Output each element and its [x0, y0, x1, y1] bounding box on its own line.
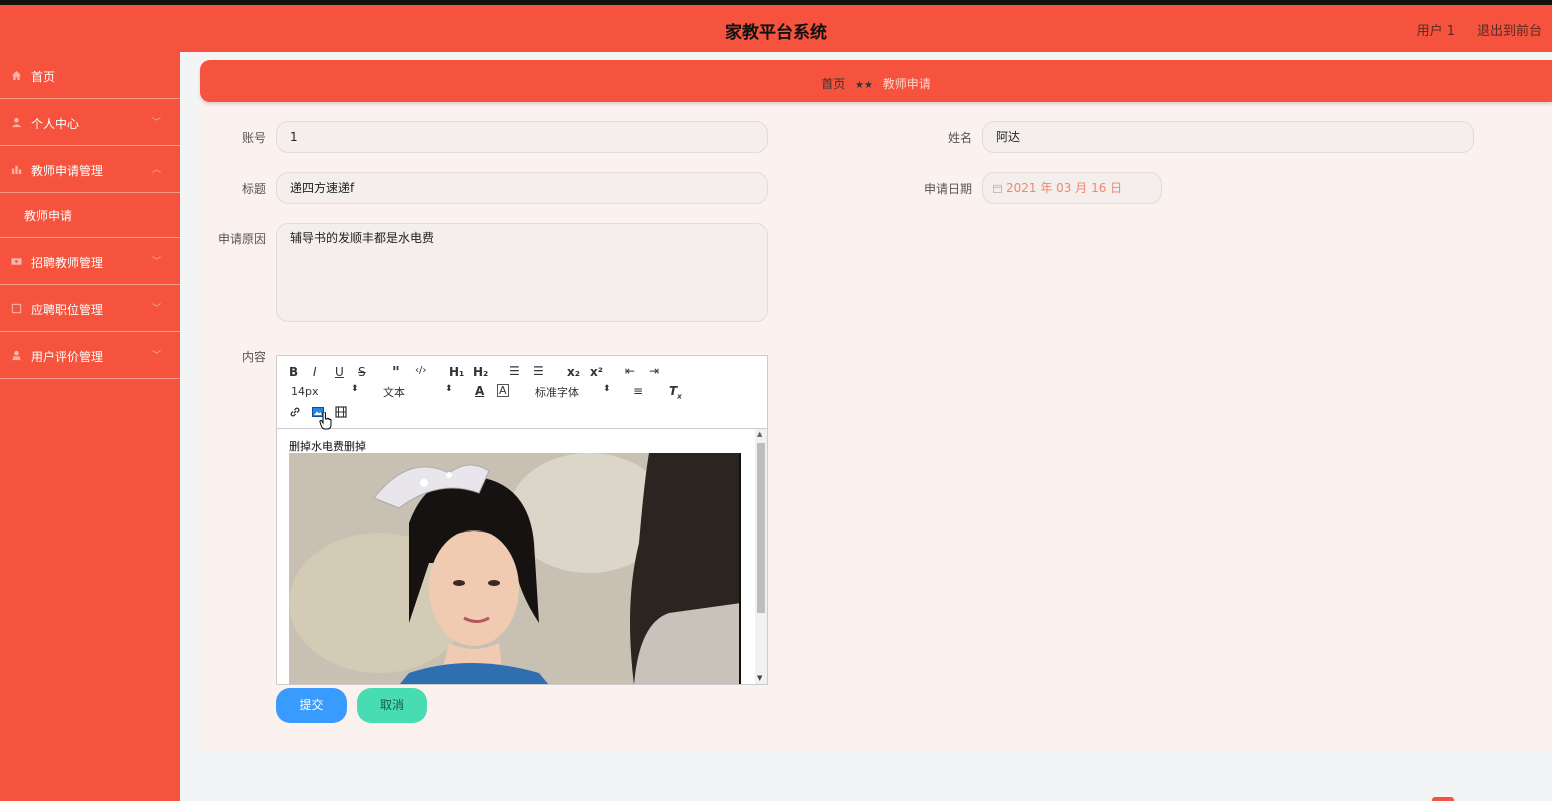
breadcrumb-current: 教师申请	[882, 77, 931, 91]
chevron-down-icon: ﹀	[151, 351, 161, 361]
header-bar: 家教平台系统 用户 1 退出到前台	[0, 5, 1552, 52]
chevron-down-icon: ﹀	[151, 304, 161, 314]
bullet-list-icon[interactable]: ☰	[533, 364, 544, 378]
submit-button[interactable]: 提交	[276, 688, 347, 723]
align-icon[interactable]: ≡	[633, 384, 643, 398]
select-arrows-icon: ⬍	[603, 384, 611, 394]
editor-toolbar: B I U S " ‹/› H₁ H₂ ☰ ☰ x₂ x² ⇤ ⇥ 14px ⬍…	[277, 356, 767, 430]
date-label: 申请日期	[923, 182, 972, 196]
sidebar-item-label: 个人中心	[31, 117, 80, 131]
sidebar-subitem-label: 教师申请	[24, 209, 73, 223]
heading2-icon[interactable]: H₂	[473, 365, 488, 379]
ordered-list-icon[interactable]: ☰	[509, 364, 520, 378]
embedded-photo	[289, 453, 741, 684]
select-arrows-icon: ⬍	[351, 384, 359, 394]
date-picker[interactable]: 2021 年 03 月 16 日	[982, 172, 1162, 204]
home-icon	[11, 70, 22, 81]
sidebar: 首页 个人中心 ﹀ 教师申请管理 ︿ 教师申请 招聘教师管理 ﹀ 应聘职位管理 …	[0, 52, 180, 801]
main-panel: 首页 ★★ 教师申请 账号 1 姓名 阿达 标题 递四方速递f 申请日期 202…	[200, 60, 1552, 751]
logout-link[interactable]: 退出到前台	[1477, 20, 1542, 39]
sidebar-item-job-application-mgmt[interactable]: 应聘职位管理 ﹀	[0, 285, 180, 332]
account-label: 账号	[241, 131, 266, 145]
superscript-icon[interactable]: x²	[590, 365, 603, 379]
font-family-select[interactable]: 标准字体	[535, 384, 579, 400]
sidebar-item-personal-center[interactable]: 个人中心 ﹀	[0, 99, 180, 146]
square-icon	[11, 303, 22, 314]
bar-chart-icon	[11, 165, 22, 175]
underline-icon[interactable]: U	[335, 365, 344, 379]
corner-decoration	[1432, 797, 1454, 801]
outdent-icon[interactable]: ⇤	[625, 364, 635, 378]
heading1-icon[interactable]: H₁	[449, 365, 464, 379]
scroll-thumb[interactable]	[757, 443, 765, 613]
editor-text-line: 删掉水电费删掉	[289, 440, 366, 453]
sidebar-item-home[interactable]: 首页	[0, 52, 180, 99]
ticket-icon	[11, 258, 22, 265]
indent-icon[interactable]: ⇥	[649, 364, 659, 378]
person-icon	[12, 350, 21, 361]
background-color-icon[interactable]: A	[497, 384, 509, 397]
content-label: 内容	[241, 350, 266, 364]
sidebar-item-label: 用户评价管理	[31, 350, 104, 364]
sidebar-item-teacher-apply-mgmt[interactable]: 教师申请管理 ︿	[0, 146, 180, 193]
chevron-down-icon: ﹀	[151, 257, 161, 267]
rich-text-editor: B I U S " ‹/› H₁ H₂ ☰ ☰ x₂ x² ⇤ ⇥ 14px ⬍…	[276, 355, 768, 685]
sidebar-subitem-teacher-apply[interactable]: 教师申请	[0, 193, 180, 238]
link-icon[interactable]	[289, 406, 301, 418]
breadcrumb-home[interactable]: 首页	[821, 77, 845, 91]
scroll-down-icon[interactable]: ▼	[757, 674, 762, 682]
reason-textarea[interactable]: 辅导书的发顺丰都是水电费	[276, 223, 768, 322]
text-style-select[interactable]: 文本	[383, 384, 405, 400]
calendar-icon	[993, 184, 1002, 193]
font-family-value: 标准字体	[535, 386, 579, 399]
title-field[interactable]: 递四方速递f	[276, 172, 768, 204]
font-color-icon[interactable]: A	[475, 384, 484, 398]
scroll-up-icon[interactable]: ▲	[757, 430, 762, 438]
font-size-value: 14px	[291, 385, 319, 398]
blockquote-icon[interactable]: "	[392, 363, 400, 381]
current-user[interactable]: 用户 1	[1417, 20, 1455, 39]
cancel-button[interactable]: 取消	[357, 688, 427, 723]
font-size-select[interactable]: 14px	[291, 385, 319, 398]
title-label: 标题	[241, 182, 266, 196]
sidebar-item-recruit-teacher-mgmt[interactable]: 招聘教师管理 ﹀	[0, 238, 180, 285]
chevron-up-icon: ︿	[151, 165, 161, 175]
italic-icon[interactable]: I	[313, 365, 317, 379]
breadcrumb-separator: ★★	[855, 80, 873, 91]
bold-icon[interactable]: B	[289, 365, 298, 379]
editor-scrollbar[interactable]: ▲ ▼	[755, 429, 767, 684]
name-field[interactable]: 阿达	[982, 121, 1474, 153]
reason-label: 申请原因	[217, 232, 266, 246]
editor-content[interactable]: 删掉水电费删掉 ▲ ▼	[277, 429, 767, 684]
name-label: 姓名	[947, 131, 972, 145]
code-icon[interactable]: ‹/›	[415, 365, 426, 376]
sidebar-item-label: 首页	[31, 70, 56, 84]
video-icon[interactable]	[335, 406, 347, 418]
text-style-value: 文本	[383, 386, 405, 399]
date-value: 2021 年 03 月 16 日	[1006, 181, 1123, 195]
select-arrows-icon: ⬍	[445, 384, 453, 394]
breadcrumb: 首页 ★★ 教师申请	[200, 60, 1552, 102]
chevron-down-icon: ﹀	[151, 118, 161, 128]
clear-format-icon[interactable]: Tx	[669, 384, 682, 400]
sidebar-item-user-review-mgmt[interactable]: 用户评价管理 ﹀	[0, 332, 180, 379]
sidebar-item-label: 招聘教师管理	[31, 256, 104, 270]
sidebar-item-label: 应聘职位管理	[31, 303, 104, 317]
user-icon	[11, 117, 22, 128]
cursor-hand-icon	[319, 412, 332, 430]
sidebar-item-label: 教师申请管理	[31, 164, 104, 178]
subscript-icon[interactable]: x₂	[567, 365, 580, 379]
strikethrough-icon[interactable]: S	[358, 365, 366, 379]
account-field[interactable]: 1	[276, 121, 768, 153]
app-title: 家教平台系统	[725, 23, 827, 43]
